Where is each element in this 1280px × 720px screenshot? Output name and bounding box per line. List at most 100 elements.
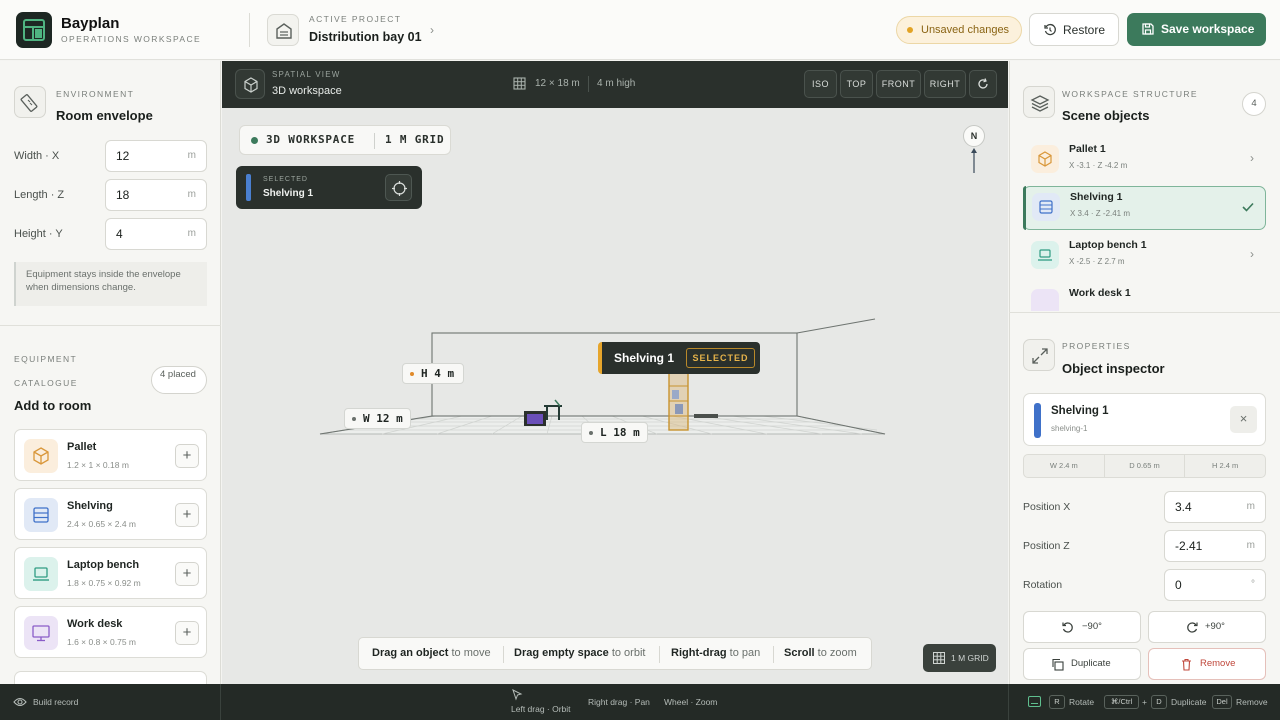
add-work-desk-button[interactable]: + bbox=[175, 621, 199, 645]
rotate-right-button[interactable]: +90° bbox=[1148, 611, 1266, 643]
position-z-input[interactable]: -2.41 m bbox=[1164, 530, 1266, 562]
width-input[interactable]: 12 m bbox=[105, 140, 207, 172]
restore-icon bbox=[1044, 23, 1056, 36]
laptop-bench-object[interactable] bbox=[524, 411, 546, 426]
catalogue-item-dims: 2.4 × 0.65 × 2.4 m bbox=[67, 519, 136, 529]
catalogue-item-dims: 1.6 × 0.8 × 0.75 m bbox=[67, 637, 136, 647]
ruler-icon bbox=[14, 86, 46, 118]
room-envelope-title: Room envelope bbox=[56, 108, 153, 123]
catalogue-item-shelving[interactable]: Shelving 2.4 × 0.65 × 2.4 m + bbox=[14, 488, 207, 540]
position-x-input[interactable]: 3.4 m bbox=[1164, 491, 1266, 523]
catalogue-label: CATALOGUE bbox=[14, 378, 78, 388]
catalogue-item-dims: 1.2 × 1 × 0.18 m bbox=[67, 460, 129, 470]
key-ctrl: ⌘/Ctrl bbox=[1104, 695, 1139, 709]
reset-view-icon[interactable] bbox=[969, 70, 997, 98]
scene-objects-title: Scene objects bbox=[1062, 108, 1150, 123]
scene-list-clip: Work desk 1 bbox=[1009, 282, 1280, 311]
keyboard-shortcuts: R Rotate ⌘/Ctrl + D Duplicate Del Remove bbox=[1008, 684, 1280, 720]
scene-object-count: 4 bbox=[1242, 92, 1266, 116]
key-del: Del bbox=[1212, 695, 1232, 709]
view-right-button[interactable]: RIGHT bbox=[924, 70, 966, 98]
room-height-readout: 4 m high bbox=[597, 78, 636, 89]
rotate-shortcut-label: Rotate bbox=[1069, 697, 1095, 707]
hint-move: Drag an object to move bbox=[372, 647, 491, 659]
trash-icon bbox=[1182, 658, 1191, 671]
duplicate-button[interactable]: Duplicate bbox=[1023, 648, 1141, 680]
width-unit: m bbox=[187, 150, 196, 161]
viewport-title: 3D workspace bbox=[272, 85, 342, 97]
key-d: D bbox=[1151, 695, 1167, 709]
controls-hint-bar: Drag an object to move Drag empty space … bbox=[358, 637, 872, 670]
object-depth: D 0.65 m bbox=[1105, 455, 1186, 477]
build-record-button[interactable]: Build record bbox=[0, 684, 221, 720]
catalogue-item-name: Laptop bench bbox=[67, 559, 140, 571]
height-label: Height · Y bbox=[14, 228, 63, 240]
right-panel: WORKSPACE STRUCTURE Scene objects 4 Pall… bbox=[1009, 61, 1280, 684]
rotation-label: Rotation bbox=[1023, 579, 1063, 591]
eye-icon bbox=[13, 697, 27, 707]
monitor-icon bbox=[24, 616, 58, 650]
grid-icon bbox=[933, 652, 945, 664]
scene-object-pallet-1[interactable]: Pallet 1 X -3.1 · Z -4.2 m › bbox=[1023, 138, 1266, 182]
warehouse-icon[interactable] bbox=[267, 14, 299, 46]
scene-object-shelving-1[interactable]: Shelving 1 X 3.4 · Z -2.41 m bbox=[1023, 186, 1266, 230]
view-front-button[interactable]: FRONT bbox=[876, 70, 921, 98]
rotation-input[interactable]: 0 ° bbox=[1164, 569, 1266, 601]
width-label: Width · X bbox=[14, 150, 60, 162]
hint-orbit: Drag empty space to orbit bbox=[514, 647, 646, 659]
scene-object-name: Shelving 1 bbox=[1070, 191, 1123, 203]
save-workspace-button[interactable]: Save workspace bbox=[1127, 13, 1266, 46]
shelving-object[interactable] bbox=[668, 371, 689, 431]
catalogue-item-work-desk[interactable]: Work desk 1.6 × 0.8 × 0.75 m + bbox=[14, 606, 207, 658]
pallet-object[interactable] bbox=[694, 414, 718, 418]
catalogue-item-laptop-bench[interactable]: Laptop bench 1.8 × 0.75 × 0.92 m + bbox=[14, 547, 207, 599]
scene-object-name: Laptop bench 1 bbox=[1069, 239, 1147, 251]
height-unit: m bbox=[187, 228, 196, 239]
grid-icon bbox=[513, 77, 526, 95]
add-shelving-button[interactable]: + bbox=[175, 503, 199, 527]
laptop-icon bbox=[24, 557, 58, 591]
zoom-hint: Wheel · Zoom bbox=[664, 697, 718, 707]
restore-button[interactable]: Restore bbox=[1029, 13, 1119, 46]
add-laptop-bench-button[interactable]: + bbox=[175, 562, 199, 586]
selected-badge: SELECTED bbox=[686, 348, 755, 368]
inspector-object-id: shelving-1 bbox=[1051, 424, 1088, 433]
key-plus: + bbox=[1142, 697, 1147, 707]
left-panel: ENVIRONMENT Room envelope Width · X 12 m … bbox=[0, 61, 221, 691]
room-scene[interactable] bbox=[222, 108, 1008, 684]
bayplan-logo-icon bbox=[16, 12, 52, 48]
catalogue-item-pallet[interactable]: Pallet 1.2 × 1 × 0.18 m + bbox=[14, 429, 207, 481]
selected-object-label: Shelving 1 SELECTED bbox=[598, 342, 760, 374]
room-size-readout: 12 × 18 m bbox=[535, 78, 580, 89]
object-width: W 2.4 m bbox=[1024, 455, 1105, 477]
catalogue-item-dims: 1.8 × 0.75 × 0.92 m bbox=[67, 578, 141, 588]
remove-button[interactable]: Remove bbox=[1148, 648, 1266, 680]
position-z-value: -2.41 bbox=[1175, 539, 1203, 553]
length-input[interactable]: 18 m bbox=[105, 179, 207, 211]
duplicate-shortcut-label: Duplicate bbox=[1171, 697, 1207, 707]
app-name: Bayplan bbox=[61, 15, 120, 32]
grid-toggle-label: 1 M GRID bbox=[951, 653, 989, 663]
envelope-note: Equipment stays inside the envelope when… bbox=[14, 262, 207, 306]
grid-toggle-button[interactable]: 1 M GRID bbox=[923, 644, 996, 672]
rotate-left-label: −90° bbox=[1082, 621, 1102, 632]
scene-object-laptop-bench-1[interactable]: Laptop bench 1 X -2.5 · Z 2.7 m › bbox=[1023, 234, 1266, 278]
view-top-button[interactable]: TOP bbox=[840, 70, 873, 98]
project-name[interactable]: Distribution bay 01 bbox=[309, 30, 422, 44]
rotate-left-button[interactable]: −90° bbox=[1023, 611, 1141, 643]
catalogue-item-name: Pallet bbox=[67, 441, 97, 453]
scene-object-position: X -2.5 · Z 2.7 m bbox=[1069, 257, 1125, 266]
build-record-label: Build record bbox=[33, 697, 79, 707]
add-to-room-title: Add to room bbox=[14, 398, 92, 413]
scene-object-work-desk-1[interactable]: Work desk 1 bbox=[1023, 282, 1266, 311]
viewport-toolbar: SPATIAL VIEW 3D workspace 12 × 18 m 4 m … bbox=[222, 61, 1008, 108]
close-icon[interactable]: × bbox=[1230, 406, 1257, 433]
restore-label: Restore bbox=[1063, 23, 1106, 37]
add-pallet-button[interactable]: + bbox=[175, 444, 199, 468]
chevron-right-icon[interactable]: › bbox=[430, 23, 434, 37]
view-iso-button[interactable]: ISO bbox=[804, 70, 837, 98]
height-input[interactable]: 4m bbox=[105, 218, 207, 250]
active-project-label: ACTIVE PROJECT bbox=[309, 14, 402, 24]
viewport[interactable]: SPATIAL VIEW 3D workspace 12 × 18 m 4 m … bbox=[222, 61, 1008, 684]
height-value: 4 bbox=[116, 227, 123, 241]
